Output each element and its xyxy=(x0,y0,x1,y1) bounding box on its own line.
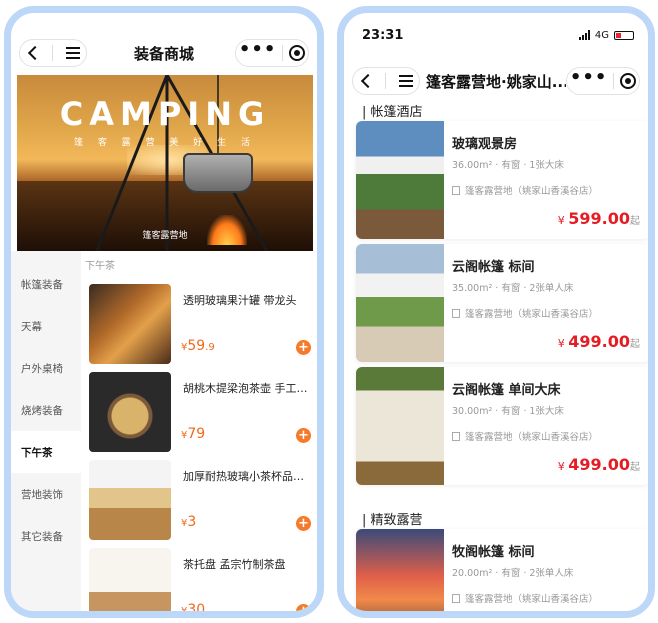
nav-capsule-left xyxy=(19,39,87,67)
group-title-glamping: | 精致露营 xyxy=(362,513,423,528)
nav-capsule-right: ••• xyxy=(566,67,640,95)
product-list: 下午茶 透明玻璃果汁罐 带龙头 ¥59.9 + 胡桃木提梁泡茶壶 手工耐... … xyxy=(81,251,317,611)
signal-icon xyxy=(578,30,590,40)
room-card[interactable]: 云阁帐篷 标间 35.00m² · 有窗 · 2张单人床 篷客露营地（姚家山香溪… xyxy=(356,244,648,362)
product-name[interactable]: 茶托盘 孟宗竹制茶盘 xyxy=(183,556,311,572)
product-image[interactable] xyxy=(89,372,171,452)
banner-title: CAMPING xyxy=(59,95,271,133)
room-location: 篷客露营地（姚家山香溪谷店） xyxy=(452,183,598,197)
room-image[interactable] xyxy=(356,121,444,239)
product-item[interactable]: 胡桃木提梁泡茶壶 手工耐... ¥79 + xyxy=(81,366,317,454)
product-price: ¥79 xyxy=(181,426,206,442)
store-icon xyxy=(452,594,460,603)
category-canopy[interactable]: 天幕 xyxy=(11,305,81,347)
product-price: ¥59.9 xyxy=(181,338,215,354)
shop-navbar: 装备商城 ••• xyxy=(11,29,317,77)
status-icons: 4G xyxy=(578,29,634,41)
room-meta: 20.00m² · 有窗 · 2张单人床 xyxy=(452,568,574,579)
room-location: 篷客露营地（姚家山香溪谷店） xyxy=(452,306,598,320)
add-to-cart-button[interactable]: + xyxy=(296,340,311,355)
product-item[interactable]: 茶托盘 孟宗竹制茶盘 ¥30 + xyxy=(81,542,317,618)
store-icon xyxy=(452,186,460,195)
page-title: 装备商城 xyxy=(133,44,194,63)
category-outdoor-furniture[interactable]: 户外桌椅 xyxy=(11,347,81,389)
room-price: ¥ 499.00起 xyxy=(557,455,640,474)
battery-icon xyxy=(614,30,634,40)
campsite-phone: 23:31 4G 篷客露营地·姚家山... ••• | 帐篷酒店 玻璃观景房 3… xyxy=(337,6,655,618)
room-name[interactable]: 云阁帐篷 单间大床 xyxy=(452,379,561,398)
room-meta: 36.00m² · 有窗 · 1张大床 xyxy=(452,160,564,171)
capsule-divider xyxy=(613,73,615,89)
banner-subtitle: 篷 客 露 营 美 好 生 活 xyxy=(73,138,257,148)
category-other-gear[interactable]: 其它装备 xyxy=(11,515,81,557)
group-title-tent-hotel: | 帐篷酒店 xyxy=(362,105,423,120)
category-afternoon-tea[interactable]: 下午茶 xyxy=(11,431,81,473)
nav-capsule-right: ••• xyxy=(235,39,309,67)
capsule-divider xyxy=(385,73,387,89)
capsule-divider xyxy=(282,45,284,61)
category-sidebar: 帐篷装备 天幕 户外桌椅 烧烤装备 下午茶 营地装饰 其它装备 xyxy=(11,251,81,611)
back-icon[interactable] xyxy=(361,73,376,89)
product-item[interactable]: 透明玻璃果汁罐 带龙头 ¥59.9 + xyxy=(81,278,317,366)
room-name[interactable]: 云阁帐篷 标间 xyxy=(452,256,535,275)
product-name[interactable]: 加厚耐热玻璃小茶杯品茗杯 xyxy=(183,468,311,484)
room-image[interactable] xyxy=(356,529,444,611)
room-meta: 30.00m² · 有窗 · 1张大床 xyxy=(452,406,564,417)
network-label: 4G xyxy=(594,29,609,41)
product-price: ¥3 xyxy=(181,514,197,530)
status-time: 23:31 xyxy=(362,27,404,43)
back-icon[interactable] xyxy=(28,45,43,61)
store-icon xyxy=(452,309,460,318)
product-image[interactable] xyxy=(89,460,171,540)
camping-banner[interactable]: CAMPING 篷 客 露 营 美 好 生 活 篷客露营地 xyxy=(17,75,313,251)
more-icon[interactable]: ••• xyxy=(239,41,277,59)
menu-icon[interactable] xyxy=(398,75,413,87)
category-bbq-gear[interactable]: 烧烤装备 xyxy=(11,389,81,431)
nav-capsule-left xyxy=(352,67,420,95)
category-camp-decor[interactable]: 营地装饰 xyxy=(11,473,81,515)
room-meta: 35.00m² · 有窗 · 2张单人床 xyxy=(452,283,574,294)
room-image[interactable] xyxy=(356,244,444,362)
room-image[interactable] xyxy=(356,367,444,485)
product-name[interactable]: 透明玻璃果汁罐 带龙头 xyxy=(183,292,311,308)
close-miniprogram-icon[interactable] xyxy=(289,45,306,61)
campsite-navbar: 篷客露营地·姚家山... ••• xyxy=(344,57,648,105)
more-icon[interactable]: ••• xyxy=(570,69,608,87)
product-item[interactable]: 加厚耐热玻璃小茶杯品茗杯 ¥3 + xyxy=(81,454,317,542)
product-price: ¥30 xyxy=(181,602,206,618)
room-price: ¥ 499.00起 xyxy=(557,332,640,351)
page-title: 篷客露营地·姚家山... xyxy=(426,72,566,91)
product-name[interactable]: 胡桃木提梁泡茶壶 手工耐... xyxy=(183,380,311,396)
capsule-divider xyxy=(52,45,54,61)
product-image[interactable] xyxy=(89,548,171,611)
status-bar: 23:31 4G xyxy=(362,25,634,45)
room-location: 篷客露营地（姚家山香溪谷店） xyxy=(452,429,598,443)
room-card[interactable]: 牧阁帐篷 标间 20.00m² · 有窗 · 2张单人床 篷客露营地（姚家山香溪… xyxy=(356,529,648,611)
room-location: 篷客露营地（姚家山香溪谷店） xyxy=(452,591,598,605)
category-tent-gear[interactable]: 帐篷装备 xyxy=(11,263,81,305)
room-card[interactable]: 玻璃观景房 36.00m² · 有窗 · 1张大床 篷客露营地（姚家山香溪谷店）… xyxy=(356,121,648,239)
room-name[interactable]: 玻璃观景房 xyxy=(452,133,517,152)
menu-icon[interactable] xyxy=(65,47,80,59)
store-icon xyxy=(452,432,460,441)
room-card[interactable]: 云阁帐篷 单间大床 30.00m² · 有窗 · 1张大床 篷客露营地（姚家山香… xyxy=(356,367,648,485)
close-miniprogram-icon[interactable] xyxy=(620,73,637,89)
room-name[interactable]: 牧阁帐篷 标间 xyxy=(452,541,535,560)
kettle-graphic xyxy=(183,153,253,193)
section-label: 下午茶 xyxy=(85,261,115,272)
add-to-cart-button[interactable]: + xyxy=(296,516,311,531)
room-price: ¥ 599.00起 xyxy=(557,209,640,228)
add-to-cart-button[interactable]: + xyxy=(296,428,311,443)
shop-phone: 装备商城 ••• CAMPING 篷 客 露 营 美 好 生 活 篷客露营地 帐… xyxy=(4,6,324,618)
product-image[interactable] xyxy=(89,284,171,364)
add-to-cart-button[interactable]: + xyxy=(296,604,311,611)
banner-logo: 篷客露营地 xyxy=(142,231,188,241)
